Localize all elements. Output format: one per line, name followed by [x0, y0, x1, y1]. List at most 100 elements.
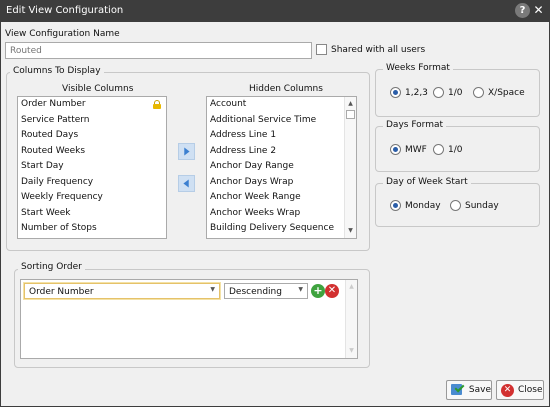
list-item-label: Account [210, 99, 247, 109]
list-item[interactable]: Daily Frequency [18, 175, 166, 191]
days-format-option-mwf[interactable]: MWF [390, 144, 427, 155]
list-item-label: Building Delivery Sequence [210, 223, 334, 233]
titlebar: Edit View Configuration ? ✕ [0, 0, 550, 22]
list-item[interactable]: Start Day [18, 159, 166, 175]
weeks-format-title: Weeks Format [383, 63, 453, 73]
list-item-label: Anchor Weeks Wrap [210, 207, 301, 218]
scroll-down-icon[interactable]: ▼ [345, 226, 356, 236]
radio-button[interactable] [473, 87, 484, 98]
hidden-list-scrollbar[interactable]: ▲ ▼ [344, 97, 356, 238]
sort-direction-value: Descending [229, 287, 282, 297]
cancel-icon: ✕ [501, 383, 514, 397]
list-item[interactable]: Order Number [18, 97, 166, 113]
save-button[interactable]: Save [446, 380, 492, 400]
sort-column-value: Order Number [29, 287, 94, 297]
scroll-up-icon[interactable]: ▲ [345, 99, 356, 109]
radio-button[interactable] [433, 144, 444, 155]
day-of-week-start-title: Day of Week Start [383, 177, 471, 187]
option-label: 1,2,3 [405, 87, 428, 98]
sorting-list-scrollbar[interactable]: ▲ ▼ [345, 280, 357, 358]
radio-button[interactable] [390, 200, 401, 211]
radio-button[interactable] [433, 87, 444, 98]
list-item[interactable]: Additional Service Time [207, 113, 356, 129]
list-item-label: Anchor Day Range [210, 161, 294, 171]
list-item-label: Address Line 1 [210, 130, 277, 140]
remove-sort-button[interactable]: ✕ [325, 284, 339, 298]
radio-button[interactable] [390, 144, 401, 155]
list-item[interactable]: Account [207, 97, 356, 113]
list-item-label: Start Week [21, 207, 71, 218]
sort-direction-dropdown[interactable]: Descending ▼ [224, 283, 308, 299]
list-item-label: Service Pattern [21, 114, 90, 125]
list-item-label: Address Line 2 [210, 145, 277, 156]
option-label: 1/0 [448, 144, 463, 155]
option-label: Monday [405, 200, 441, 211]
list-item[interactable]: Address Line 2 [207, 144, 356, 160]
list-item-label: Anchor Days Wrap [210, 176, 294, 187]
radio-button[interactable] [450, 200, 461, 211]
list-item[interactable]: Number of Stops [18, 221, 166, 237]
option-label: Sunday [465, 200, 499, 211]
visible-columns-list[interactable]: Order Number Service Pattern Routed Days Ro… [17, 96, 167, 239]
days-format-option-10[interactable]: 1/0 [433, 144, 462, 155]
scroll-thumb[interactable] [346, 110, 355, 119]
list-item[interactable]: Start Week [18, 206, 166, 222]
list-item-label: Additional Service Time [210, 114, 317, 125]
chevron-down-icon: ▼ [210, 286, 215, 293]
move-right-button[interactable] [178, 143, 195, 160]
week-start-option-monday[interactable]: Monday [390, 200, 441, 211]
list-item[interactable]: Weekly Frequency [18, 190, 166, 206]
view-name-label: View Configuration Name [5, 29, 120, 39]
view-name-input[interactable] [6, 43, 311, 58]
list-item-label: Anchor Week Range [210, 192, 301, 202]
view-name-field[interactable] [5, 42, 312, 59]
save-label: Save [468, 385, 491, 395]
window-title: Edit View Configuration [6, 5, 124, 16]
weeks-format-option-10[interactable]: 1/0 [433, 87, 462, 98]
save-icon [451, 382, 465, 396]
radio-button[interactable] [390, 87, 401, 98]
visible-columns-header: Visible Columns [62, 84, 134, 94]
close-button[interactable]: ✕ Close [496, 380, 544, 400]
shared-checkbox[interactable] [316, 44, 327, 55]
weeks-format-option-xspace[interactable]: X/Space [473, 87, 525, 98]
weeks-format-option-123[interactable]: 1,2,3 [390, 87, 428, 98]
list-item-label: Order Number [21, 99, 86, 109]
list-item-label: Daily Frequency [21, 176, 94, 187]
arrow-left-icon [183, 179, 189, 188]
list-item[interactable]: Anchor Weeks Wrap [207, 206, 356, 222]
list-item-label: Routed Days [21, 130, 79, 140]
option-label: 1/0 [448, 87, 463, 98]
option-label: MWF [405, 144, 427, 155]
list-item[interactable]: Address Line 1 [207, 128, 356, 144]
sorting-order-title: Sorting Order [18, 262, 85, 272]
list-item[interactable]: Anchor Day Range [207, 159, 356, 175]
list-item-label: Weekly Frequency [21, 192, 103, 202]
list-item[interactable]: Anchor Week Range [207, 190, 356, 206]
list-item[interactable]: Anchor Days Wrap [207, 175, 356, 191]
close-window-button[interactable]: ✕ [531, 3, 546, 18]
hidden-columns-header: Hidden Columns [249, 84, 323, 94]
option-label: X/Space [488, 87, 525, 98]
shared-label: Shared with all users [331, 45, 426, 55]
arrow-right-icon [184, 147, 190, 156]
week-start-option-sunday[interactable]: Sunday [450, 200, 499, 211]
chevron-down-icon: ▼ [298, 286, 303, 293]
list-item[interactable]: Building Delivery Sequence [207, 221, 356, 237]
lock-icon [153, 100, 161, 109]
days-format-title: Days Format [383, 120, 447, 130]
scroll-up-icon[interactable]: ▲ [346, 282, 357, 292]
close-label: Close [518, 385, 543, 395]
add-sort-button[interactable]: + [311, 284, 325, 298]
scroll-down-icon[interactable]: ▼ [346, 346, 357, 356]
list-item[interactable]: Routed Weeks [18, 144, 166, 160]
list-item-label: Routed Weeks [21, 145, 86, 156]
help-button[interactable]: ? [515, 3, 530, 18]
list-item[interactable]: Service Pattern [18, 113, 166, 129]
list-item[interactable]: Routed Days [18, 128, 166, 144]
list-item-label: Start Day [21, 161, 64, 171]
sort-column-dropdown[interactable]: Order Number ▼ [24, 283, 220, 299]
list-item-label: Number of Stops [21, 223, 97, 233]
hidden-columns-list[interactable]: Account Additional Service Time Address Li… [206, 96, 357, 239]
move-left-button[interactable] [178, 175, 195, 192]
